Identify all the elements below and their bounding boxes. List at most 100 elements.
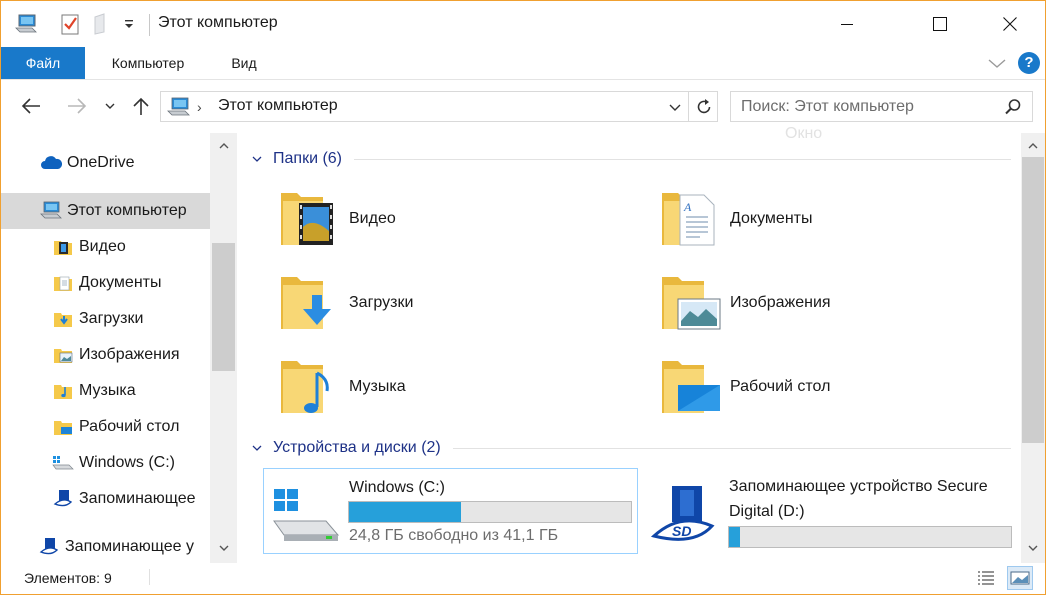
folder-name: Рабочий стол — [730, 378, 831, 395]
folder-music[interactable]: Музыка — [239, 351, 599, 423]
scroll-up-icon[interactable] — [1021, 135, 1045, 157]
breadcrumb-chevron-icon[interactable]: › — [197, 99, 202, 115]
explorer-window: Этот компьютер Файл Компьютер Вид ? › Эт… — [0, 0, 1046, 595]
folders-group-header[interactable]: Папки (6) — [251, 148, 1011, 170]
nav-item-label: Документы — [79, 274, 162, 291]
drive-usage-bar — [348, 501, 632, 523]
details-view-button[interactable] — [973, 566, 999, 590]
desktop-folder-icon — [51, 415, 75, 439]
computer-icon — [166, 97, 192, 121]
large-icons-view-button[interactable] — [1007, 566, 1033, 590]
nav-item-label: Загрузки — [79, 310, 144, 327]
nav-item-label: Этот компьютер — [67, 202, 187, 219]
status-bar: Элементов: 9 — [1, 563, 1045, 594]
nav-scrollbar[interactable] — [210, 133, 237, 563]
nav-item-label: Запоминающее у — [65, 538, 195, 555]
folder-video[interactable]: Видео — [239, 183, 599, 255]
drive-free-space: 24,8 ГБ свободно из 41,1 ГБ — [349, 527, 559, 544]
chevron-down-icon — [669, 104, 681, 111]
nav-item-desktop[interactable]: Рабочий стол — [1, 409, 210, 445]
tab-file[interactable]: Файл — [1, 47, 85, 79]
properties-icon[interactable] — [57, 11, 83, 37]
customize-toolbar-chevron-icon[interactable] — [117, 11, 141, 37]
title-separator — [149, 14, 150, 36]
chevron-down-icon — [105, 103, 115, 109]
drives-group-header[interactable]: Устройства и диски (2) — [251, 437, 1011, 459]
svg-text:SD: SD — [672, 523, 691, 539]
help-button[interactable]: ? — [1018, 52, 1040, 74]
folder-name: Изображения — [730, 294, 831, 311]
refresh-button[interactable] — [692, 95, 716, 119]
scroll-down-icon[interactable] — [1021, 537, 1045, 559]
content-scrollbar-thumb[interactable] — [1022, 157, 1044, 443]
search-box[interactable]: Поиск: Этот компьютер — [730, 91, 1033, 122]
tab-view[interactable]: Вид — [219, 47, 269, 79]
drive-d[interactable]: SD Запоминающее устройство Secure Digita… — [644, 468, 1019, 554]
drive-c[interactable]: Windows (C:) 24,8 ГБ свободно из 41,1 ГБ — [263, 468, 638, 554]
recent-locations-button[interactable] — [99, 93, 121, 119]
nav-item-label: OneDrive — [67, 154, 135, 171]
nav-item-label: Рабочий стол — [79, 418, 180, 435]
folder-name: Загрузки — [349, 294, 414, 311]
nav-item-music[interactable]: Музыка — [1, 373, 210, 409]
navigation-pane: OneDrive Этот компьютер Видео Документы … — [1, 133, 237, 563]
downloads-folder-icon — [51, 307, 75, 331]
nav-item-sd-card-device[interactable]: Запоминающее у — [1, 529, 210, 563]
nav-item-label: Видео — [79, 238, 126, 255]
close-button[interactable] — [987, 1, 1033, 47]
maximize-button[interactable] — [917, 1, 963, 47]
search-input[interactable]: Поиск: Этот компьютер — [741, 98, 914, 116]
nav-item-label: Музыка — [79, 382, 136, 399]
nav-item-this-pc[interactable]: Этот компьютер — [1, 193, 210, 229]
nav-item-label: Windows (C:) — [79, 454, 176, 471]
refresh-icon — [697, 99, 711, 114]
collapse-chevron-icon[interactable] — [251, 444, 263, 452]
scroll-up-icon[interactable] — [210, 135, 237, 157]
sd-card-icon — [51, 487, 75, 511]
computer-icon[interactable] — [11, 11, 41, 37]
sd-card-icon — [37, 535, 61, 559]
drive-usage-fill — [729, 527, 741, 547]
folder-desktop[interactable]: Рабочий стол — [620, 351, 980, 423]
nav-item-drive-c[interactable]: Windows (C:) — [1, 445, 210, 481]
content-scrollbar[interactable] — [1021, 133, 1045, 563]
address-history-button[interactable] — [665, 96, 685, 118]
breadcrumb-current[interactable]: Этот компьютер — [218, 97, 338, 115]
nav-item-documents[interactable]: Документы — [1, 265, 210, 301]
minimize-icon — [841, 24, 853, 25]
search-icon[interactable] — [1003, 97, 1023, 121]
video-folder-icon — [281, 193, 333, 245]
tab-computer[interactable]: Компьютер — [96, 47, 200, 79]
minimize-button[interactable] — [824, 1, 870, 47]
forward-button[interactable] — [61, 93, 93, 119]
nav-item-pictures[interactable]: Изображения — [1, 337, 210, 373]
folder-name: Документы — [730, 210, 813, 227]
folder-pictures[interactable]: Изображения — [620, 267, 980, 339]
drive-name: Запоминающее устройство Secure Digital (… — [729, 478, 988, 520]
pictures-folder-icon — [51, 343, 75, 367]
collapse-chevron-icon[interactable] — [251, 155, 263, 163]
up-button[interactable] — [127, 93, 155, 119]
new-folder-icon[interactable] — [89, 11, 113, 37]
scroll-down-icon[interactable] — [210, 537, 237, 559]
large-icons-view-icon — [1010, 571, 1030, 585]
nav-item-sd-card[interactable]: Запоминающее — [1, 481, 210, 517]
content-pane: Папки (6) Видео A Документы Загрузки Изо… — [239, 133, 1021, 563]
forward-arrow-icon — [68, 98, 87, 114]
documents-folder-icon — [51, 271, 75, 295]
group-label: Папки (6) — [273, 150, 342, 167]
nav-item-video[interactable]: Видео — [1, 229, 210, 265]
ribbon: Файл Компьютер Вид ? — [1, 47, 1045, 80]
back-button[interactable] — [15, 93, 47, 119]
nav-item-downloads[interactable]: Загрузки — [1, 301, 210, 337]
nav-item-onedrive[interactable]: OneDrive — [1, 145, 210, 181]
folder-documents[interactable]: A Документы — [620, 183, 980, 255]
close-icon — [1003, 17, 1017, 31]
nav-scrollbar-thumb[interactable] — [212, 243, 235, 371]
nav-item-label: Запоминающее — [79, 490, 196, 507]
group-divider — [354, 158, 1011, 160]
expand-ribbon-chevron-icon[interactable] — [985, 55, 1009, 73]
item-count: Элементов: 9 — [24, 570, 112, 586]
folder-downloads[interactable]: Загрузки — [239, 267, 599, 339]
address-bar[interactable]: › Этот компьютер — [160, 91, 718, 122]
